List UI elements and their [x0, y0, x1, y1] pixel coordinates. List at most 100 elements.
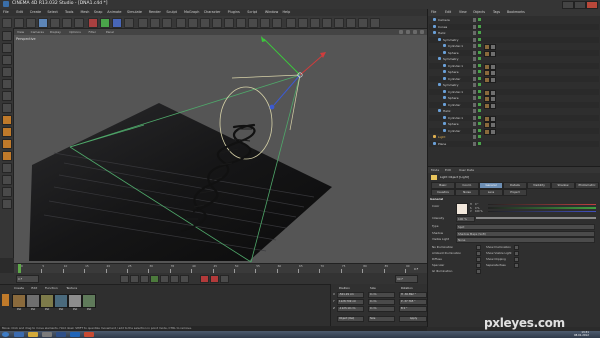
enable-check-icon[interactable] [478, 44, 481, 47]
coord-size-field[interactable]: 0 cm [368, 299, 395, 305]
visibility-dots[interactable] [473, 135, 476, 139]
pen-button[interactable] [188, 18, 198, 28]
object-row[interactable]: Cylinder [429, 101, 599, 109]
object-row[interactable]: Sphere [429, 121, 599, 128]
visibility-dots[interactable] [473, 18, 476, 22]
viewport-menu-cameras[interactable]: Cameras [31, 30, 44, 34]
enable-check-icon[interactable] [478, 37, 481, 41]
taskbar-explorer-icon[interactable] [28, 332, 38, 337]
texture-mode-button[interactable] [298, 18, 308, 28]
menu-item-character[interactable]: Character [204, 10, 221, 14]
viewport-menu-view[interactable]: View [17, 30, 24, 34]
coord-size-mode-select[interactable]: Size [368, 316, 395, 322]
autokey-button[interactable] [210, 275, 219, 283]
y-axis-button[interactable] [100, 18, 110, 28]
cube-button[interactable] [176, 18, 186, 28]
viewport-move-icon[interactable] [399, 30, 403, 34]
attr-checkbox[interactable] [476, 269, 481, 274]
menu-item-window[interactable]: Window [265, 10, 278, 14]
tab-general[interactable]: General [479, 182, 503, 189]
enable-check-icon[interactable] [478, 57, 481, 60]
x-axis-button[interactable] [88, 18, 98, 28]
object-row[interactable]: Cylinder [429, 127, 599, 135]
end-frame-field[interactable]: 90 F [395, 275, 418, 283]
floor-button[interactable] [248, 18, 258, 28]
object-menu-bookmarks[interactable]: Bookmarks [507, 10, 525, 14]
material-menu-function[interactable]: Function [45, 286, 58, 290]
close-button[interactable] [586, 1, 598, 9]
enable-check-icon[interactable] [478, 89, 481, 93]
maximize-button[interactable] [574, 1, 586, 9]
make-editable-tool[interactable] [2, 31, 12, 41]
object-row[interactable]: Cylinder.1 [429, 114, 599, 122]
tab-photometric[interactable]: Photometric [575, 182, 599, 189]
visibility-dots[interactable] [473, 57, 476, 61]
visibility-dots[interactable] [473, 44, 476, 48]
enable-check-icon[interactable] [478, 122, 481, 125]
hsv-slider[interactable] [488, 207, 596, 209]
live-select-button[interactable] [26, 18, 36, 28]
tab-noise[interactable]: Noise [455, 189, 479, 196]
material-menu-texture[interactable]: Texture [66, 286, 77, 290]
tab-lens[interactable]: Lens [479, 189, 503, 196]
menu-item-create[interactable]: Create [30, 10, 41, 14]
enable-axis-tool[interactable] [2, 115, 12, 125]
menu-item-script[interactable]: Script [247, 10, 257, 14]
model-tool[interactable] [2, 43, 12, 53]
visibility-dots[interactable] [473, 128, 476, 133]
axis-mode-button[interactable] [334, 18, 344, 28]
tab-visibility[interactable]: Visibility [527, 182, 551, 189]
viewport-rotate-icon[interactable] [413, 30, 417, 34]
paint-tool[interactable] [2, 187, 12, 197]
menu-item-animate[interactable]: Animate [107, 10, 121, 14]
recent-tool-button[interactable] [74, 18, 84, 28]
deformer-button[interactable] [236, 18, 246, 28]
visibility-dots[interactable] [473, 31, 476, 35]
tab-coord[interactable]: Coord. [455, 182, 479, 189]
material-menu-edit[interactable]: Edit [31, 286, 37, 290]
coord-size-field[interactable]: 0 cm [368, 292, 395, 298]
visibility-dots[interactable] [473, 115, 476, 120]
menu-item-render[interactable]: Render [149, 10, 161, 14]
hsv-slider[interactable] [488, 210, 596, 213]
object-row[interactable]: Sphere [429, 95, 599, 102]
taskbar-c4d-icon[interactable] [56, 332, 66, 337]
edit-render-settings-button[interactable] [162, 18, 172, 28]
next-key-button[interactable] [170, 275, 179, 283]
tab-caustics[interactable]: Caustics [431, 189, 455, 196]
brush-tool[interactable] [2, 175, 12, 185]
coord-rotation-field[interactable]: H -30.892 ° [399, 292, 427, 298]
viewport-menu-display[interactable]: Display [50, 30, 61, 34]
coord-size-field[interactable]: 0 cm [368, 306, 395, 312]
material-swatch[interactable]: Mat [54, 294, 68, 311]
coord-mode-select[interactable]: Object (Rel) [337, 316, 364, 322]
light-button[interactable] [272, 18, 282, 28]
coord-position-field[interactable]: -501.29 cm [337, 292, 364, 298]
start-frame-field[interactable]: 0 F [16, 275, 39, 283]
z-axis-button[interactable] [112, 18, 122, 28]
material-menu-create[interactable]: Create [14, 286, 24, 290]
tab-shadow[interactable]: Shadow [551, 182, 575, 189]
model-mode-button[interactable] [286, 18, 296, 28]
enable-check-icon[interactable] [478, 96, 481, 99]
intensity-slider[interactable] [476, 217, 596, 219]
enable-check-icon[interactable] [478, 128, 481, 132]
enable-check-icon[interactable] [478, 109, 481, 112]
workplane-tool[interactable] [2, 151, 12, 161]
goto-end-button[interactable] [180, 275, 189, 283]
viewport-perspective[interactable]: Perspective [14, 35, 427, 263]
visibility-dots[interactable] [473, 83, 476, 87]
tweak-tool[interactable] [2, 127, 12, 137]
tab-details[interactable]: Details [503, 182, 527, 189]
visibility-dots[interactable] [473, 37, 476, 42]
material-side-icon[interactable] [2, 294, 9, 306]
snap-settings-tool[interactable] [2, 163, 12, 173]
menu-item-mograph[interactable]: MoGraph [184, 10, 199, 14]
redo-button[interactable] [14, 18, 24, 28]
object-axis-tool[interactable] [2, 55, 12, 65]
object-menu-objects[interactable]: Objects [473, 10, 485, 14]
edges-mode-button[interactable] [358, 18, 368, 28]
enable-check-icon[interactable] [478, 83, 481, 86]
apply-button[interactable]: Apply [399, 316, 427, 322]
rotate-button[interactable] [62, 18, 72, 28]
